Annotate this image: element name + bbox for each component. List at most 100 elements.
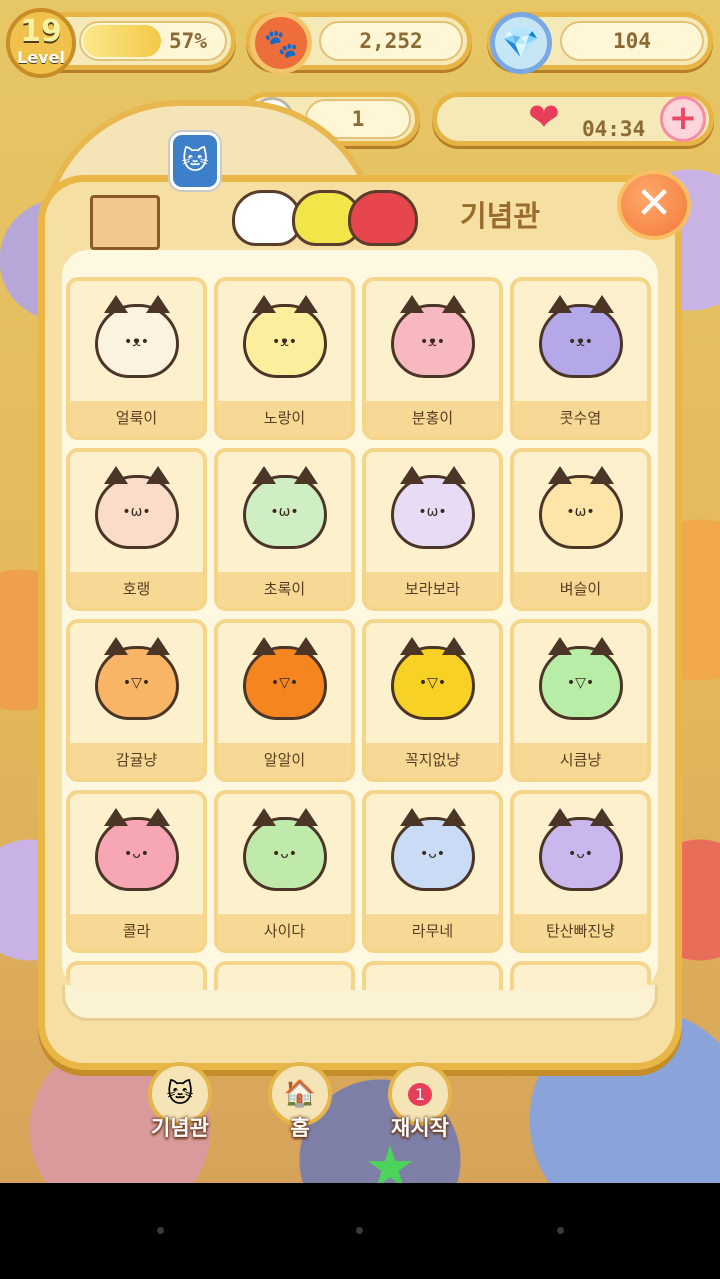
cat-card[interactable]: •▽• 감귤냥 [66,619,207,782]
cat-jar-icon: 🐱 [170,132,220,190]
list-item[interactable] [66,961,207,990]
cat-illustration: •ᴗ• [514,794,647,914]
xp-percent-text: 57% [169,29,207,53]
cat-name-label: 알알이 [218,743,351,778]
xp-track: 57% [79,21,227,61]
cat-card[interactable]: •ᴥ• 얼룩이 [66,277,207,440]
restart-menu-button[interactable]: 1 재시작 [380,1062,460,1142]
list-item[interactable] [362,961,503,990]
next-row-peek [66,961,651,990]
cat-icon: •ᴗ• [390,808,475,891]
cat-illustration: •▽• [70,623,203,743]
restart-badge: 1 [407,1082,433,1106]
cat-card[interactable]: •ω• 호랭 [66,448,207,611]
cat-icon: •ᴥ• [242,295,327,378]
cat-name-label: 꼭지없냥 [366,743,499,778]
cat-card[interactable]: •ω• 벼슬이 [510,448,651,611]
cat-card[interactable]: •ᴗ• 콜라 [66,790,207,953]
cat-face: •ᴥ• [567,334,594,350]
cat-card[interactable]: •▽• 알알이 [214,619,355,782]
paw-coin-value: 2,252 [359,29,423,53]
cat-icon: •▽• [242,637,327,720]
cat-name-label: 라무네 [366,914,499,949]
cat-face: •ᴗ• [271,846,298,862]
cat-card[interactable]: •ᴗ• 탄산빠진냥 [510,790,651,953]
panel-title: 기념관 [459,199,541,233]
cat-icon: •▽• [94,637,179,720]
cat-illustration: •ω• [218,452,351,572]
cat-illustration: •ᴥ• [218,281,351,401]
cat-face: •▽• [566,675,595,691]
level-badge: 19 Level [6,8,76,78]
cat-illustration: •▽• [514,623,647,743]
cat-face: •ᴗ• [123,846,150,862]
cat-card[interactable]: •ᴥ• 콧수염 [510,277,651,440]
cat-illustration: •ᴗ• [366,794,499,914]
collection-menu-button[interactable]: 🐱 기념관 [140,1062,220,1142]
ticket-value: 1 [351,107,365,131]
cat-icon: •▽• [538,637,623,720]
cat-collection-list[interactable]: •ᴥ• 얼룩이 •ᴥ• 노랑이 •ᴥ• 분홍이 •ᴥ• 콧수염 •ω• 호랭 •ω• 초록이 •ω• 보라… [62,250,658,990]
cat-illustration: •ᴗ• [218,794,351,914]
recents-nav-button[interactable] [557,1227,564,1234]
paw-coin-value-box: 2,252 [319,21,463,61]
cat-face: •ᴥ• [271,334,298,350]
cat-face: •ᴥ• [419,334,446,350]
cat-name-label: 노랑이 [218,401,351,436]
robot-cat-decoration [90,195,160,250]
cat-illustration: •ᴥ• [70,281,203,401]
gem-icon: 💎 [490,12,552,74]
back-nav-button[interactable] [157,1227,164,1234]
home-menu-button[interactable]: 🏠 홈 [260,1062,340,1142]
cat-illustration: •ω• [366,452,499,572]
home-nav-button[interactable] [356,1227,363,1234]
cat-face: •ᴗ• [567,846,594,862]
cat-face: •ω• [122,504,151,520]
gem-value-box: 104 [560,21,704,61]
cat-card[interactable]: •ω• 초록이 [214,448,355,611]
cat-icon: •ᴗ• [538,808,623,891]
list-item[interactable] [510,961,651,990]
cat-icon: •ᴥ• [94,295,179,378]
cat-icon: •ᴥ• [538,295,623,378]
cat-name-label: 사이다 [218,914,351,949]
paw-icon: 🐾 [250,12,312,74]
cat-name-label: 초록이 [218,572,351,607]
cat-illustration: •ᴥ• [514,281,647,401]
cat-card[interactable]: •ᴥ• 분홍이 [362,277,503,440]
cat-illustration: •ω• [514,452,647,572]
cat-illustration: •ω• [70,452,203,572]
cat-face: •▽• [270,675,299,691]
cat-icon: •ᴗ• [94,808,179,891]
home-menu-label: 홈 [290,1116,310,1140]
cat-card[interactable]: •ω• 보라보라 [362,448,503,611]
cat-name-label: 시큼냥 [514,743,647,778]
cat-illustration: •▽• [366,623,499,743]
cat-illustration: •ᴥ• [366,281,499,401]
list-item[interactable] [214,961,355,990]
card-stack-edge [62,985,658,1021]
cat-name-label: 콧수염 [514,401,647,436]
cat-card[interactable]: •ᴥ• 노랑이 [214,277,355,440]
level-word: Level [17,48,65,67]
cat-card[interactable]: •▽• 시큼냥 [510,619,651,782]
cat-name-label: 호랭 [70,572,203,607]
cat-card[interactable]: •ᴗ• 라무네 [362,790,503,953]
cat-icon: •ᴥ• [390,295,475,378]
cat-icon: •ᴗ• [242,808,327,891]
cat-face: •ω• [418,504,447,520]
cat-name-label: 감귤냥 [70,743,203,778]
cat-icon: •ω• [390,466,475,549]
cat-face: •▽• [418,675,447,691]
cat-name-label: 얼룩이 [70,401,203,436]
cat-grid: •ᴥ• 얼룩이 •ᴥ• 노랑이 •ᴥ• 분홍이 •ᴥ• 콧수염 •ω• 호랭 •ω• 초록이 •ω• 보라… [66,277,651,953]
cat-face: •ᴥ• [123,334,150,350]
cat-card[interactable]: •▽• 꼭지없냥 [362,619,503,782]
add-lives-button[interactable]: + [660,96,706,142]
cat-card[interactable]: •ᴗ• 사이다 [214,790,355,953]
cat-icon: •ω• [538,466,623,549]
cat-face: •ᴗ• [419,846,446,862]
close-button[interactable]: ✕ [617,170,691,240]
gem-value: 104 [613,29,651,53]
cat-name-label: 벼슬이 [514,572,647,607]
